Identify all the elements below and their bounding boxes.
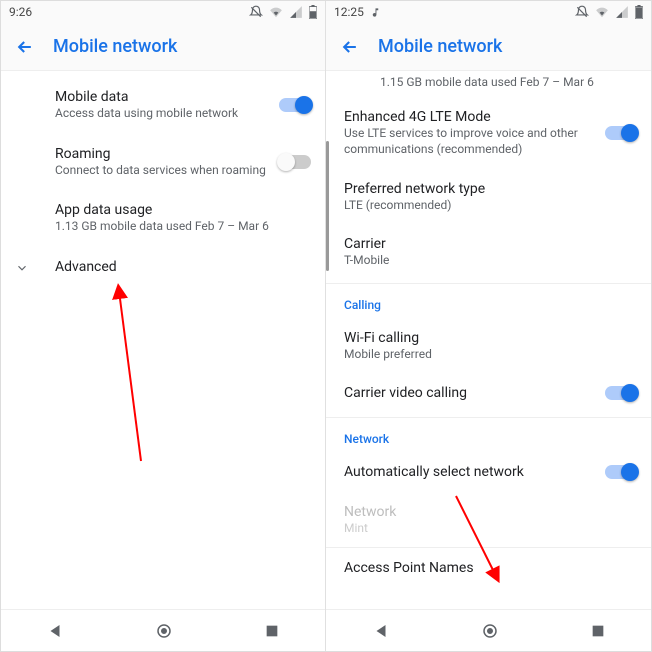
row-title: Wi-Fi calling bbox=[344, 330, 633, 346]
nav-bar bbox=[326, 609, 651, 651]
row-subtitle: Use LTE services to improve voice and ot… bbox=[344, 126, 597, 157]
row-subtitle: T-Mobile bbox=[344, 253, 633, 267]
row-title: Mobile data bbox=[55, 89, 307, 105]
music-note-icon bbox=[370, 7, 381, 18]
signal-icon bbox=[289, 5, 303, 19]
row-auto-select-network[interactable]: Automatically select network bbox=[326, 452, 651, 492]
row-subtitle: Connect to data services when roaming bbox=[55, 163, 307, 179]
row-title: Roaming bbox=[55, 146, 307, 162]
row-title: Network bbox=[344, 504, 633, 520]
row-carrier-video-calling[interactable]: Carrier video calling bbox=[326, 373, 651, 413]
nav-home-icon[interactable] bbox=[155, 622, 173, 640]
row-roaming[interactable]: Roaming Connect to data services when ro… bbox=[1, 134, 325, 191]
toggle-auto-select[interactable] bbox=[605, 465, 637, 479]
nav-bar bbox=[1, 609, 325, 651]
row-wifi-calling[interactable]: Wi-Fi calling Mobile preferred bbox=[326, 318, 651, 373]
back-icon[interactable] bbox=[15, 37, 35, 57]
phone-left: 9:26 Mobile network Mobile data Access d… bbox=[1, 1, 326, 651]
phone-right: 12:25 Mobile network 1.15 GB mobile data… bbox=[326, 1, 651, 651]
row-preferred-network-type[interactable]: Preferred network type LTE (recommended) bbox=[326, 169, 651, 224]
row-subtitle: Mint bbox=[344, 521, 633, 535]
back-icon[interactable] bbox=[340, 37, 360, 57]
annotation-arrow bbox=[101, 281, 161, 471]
row-network: Network Mint bbox=[326, 492, 651, 547]
nav-back-icon[interactable] bbox=[46, 622, 64, 640]
row-subtitle: LTE (recommended) bbox=[344, 198, 633, 212]
dnd-icon bbox=[249, 5, 263, 19]
nav-recents-icon[interactable] bbox=[590, 623, 606, 639]
status-bar: 12:25 bbox=[326, 1, 651, 23]
nav-home-icon[interactable] bbox=[481, 622, 499, 640]
row-title: Automatically select network bbox=[344, 464, 633, 480]
battery-icon bbox=[309, 5, 317, 19]
battery-icon bbox=[635, 5, 643, 19]
section-header-calling: Calling bbox=[326, 283, 651, 318]
status-time: 12:25 bbox=[334, 5, 364, 19]
status-bar: 9:26 bbox=[1, 1, 325, 23]
toggle-carrier-video[interactable] bbox=[605, 386, 637, 400]
row-subtitle: 1.13 GB mobile data used Feb 7 – Mar 6 bbox=[55, 219, 307, 235]
status-time: 9:26 bbox=[9, 5, 32, 19]
row-title: App data usage bbox=[55, 202, 307, 218]
toggle-roaming[interactable] bbox=[279, 155, 311, 169]
row-apn[interactable]: Access Point Names bbox=[326, 548, 651, 588]
row-title: Carrier bbox=[344, 236, 633, 252]
wifi-icon bbox=[269, 5, 283, 19]
row-subtitle: Mobile preferred bbox=[344, 347, 633, 361]
dnd-icon bbox=[575, 5, 589, 19]
section-header-network: Network bbox=[326, 417, 651, 452]
row-title: Preferred network type bbox=[344, 181, 633, 197]
row-title: Carrier video calling bbox=[344, 385, 633, 401]
chevron-down-icon bbox=[15, 261, 29, 275]
wifi-icon bbox=[595, 5, 609, 19]
toggle-mobile-data[interactable] bbox=[279, 98, 311, 112]
row-subtitle: Access data using mobile network bbox=[55, 106, 307, 122]
page-title: Mobile network bbox=[53, 36, 177, 57]
nav-back-icon[interactable] bbox=[372, 622, 390, 640]
app-bar: Mobile network bbox=[1, 23, 325, 71]
row-app-data-usage[interactable]: App data usage 1.13 GB mobile data used … bbox=[1, 190, 325, 247]
row-title: Access Point Names bbox=[344, 560, 633, 576]
row-enhanced-lte[interactable]: Enhanced 4G LTE Mode Use LTE services to… bbox=[326, 97, 651, 169]
page-title: Mobile network bbox=[378, 36, 502, 57]
row-advanced[interactable]: Advanced bbox=[1, 247, 325, 287]
app-bar: Mobile network bbox=[326, 23, 651, 71]
row-mobile-data[interactable]: Mobile data Access data using mobile net… bbox=[1, 77, 325, 134]
row-title: Advanced bbox=[55, 259, 307, 275]
nav-recents-icon[interactable] bbox=[264, 623, 280, 639]
row-carrier[interactable]: Carrier T-Mobile bbox=[326, 224, 651, 279]
row-title: Enhanced 4G LTE Mode bbox=[344, 109, 597, 125]
usage-subtitle-partial: 1.15 GB mobile data used Feb 7 – Mar 6 bbox=[380, 75, 633, 89]
toggle-lte[interactable] bbox=[605, 126, 637, 140]
signal-icon bbox=[615, 5, 629, 19]
